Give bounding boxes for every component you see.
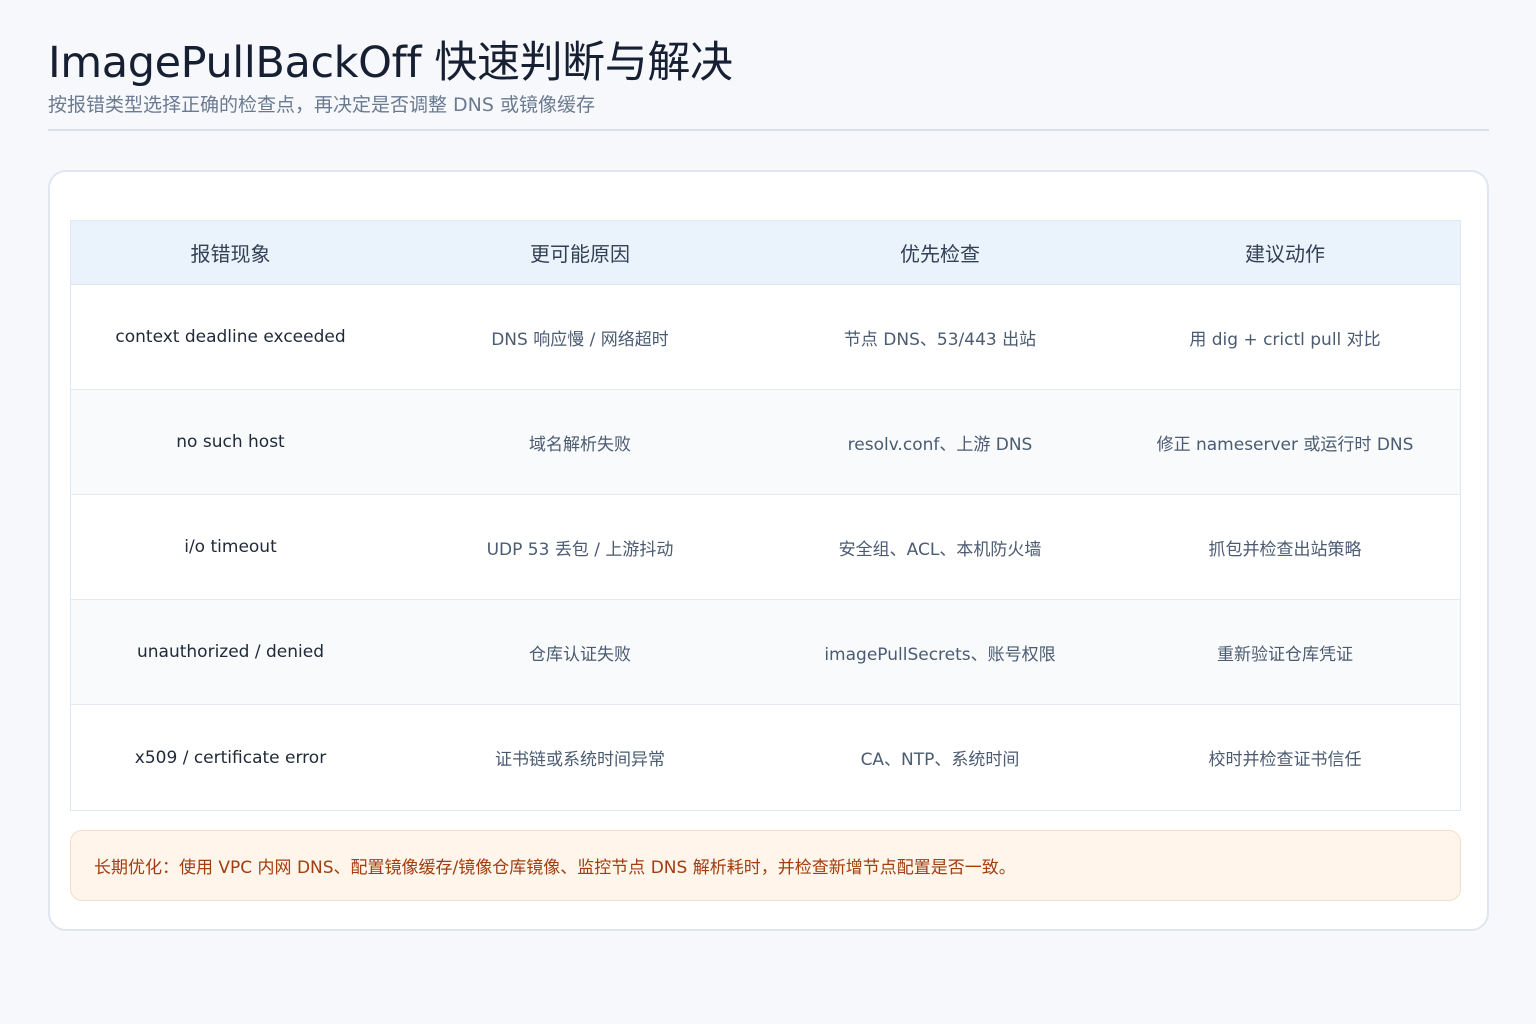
cause-cell: DNS 响应慢 / 网络超时	[491, 329, 669, 350]
action-cell: 校时并检查证书信任	[1208, 750, 1362, 770]
check-cell: CA、NTP、系统时间	[860, 750, 1020, 770]
column-header-action: 建议动作	[1245, 242, 1325, 266]
table-row: no such host 域名解析失败 resolv.conf、上游 DNS 修…	[71, 390, 1460, 495]
cause-cell: 仓库认证失败	[529, 644, 631, 665]
action-cell: 修正 nameserver 或运行时 DNS	[1156, 434, 1414, 455]
table-row: i/o timeout UDP 53 丢包 / 上游抖动 安全组、ACL、本机防…	[71, 495, 1460, 600]
cause-cell: 证书链或系统时间异常	[495, 750, 665, 770]
long-term-optimization-note: 长期优化：使用 VPC 内网 DNS、配置镜像缓存/镜像仓库镜像、监控节点 DN…	[70, 830, 1461, 901]
symptom-cell: context deadline exceeded	[115, 327, 346, 347]
table-header-row: 报错现象 更可能原因 优先检查 建议动作	[71, 221, 1460, 285]
column-header-symptom: 报错现象	[190, 242, 271, 266]
column-header-check: 优先检查	[900, 242, 980, 266]
action-cell: 抓包并检查出站策略	[1208, 539, 1362, 560]
diagnosis-card: 报错现象 更可能原因 优先检查 建议动作 context deadline ex…	[48, 170, 1489, 931]
diagnosis-table: 报错现象 更可能原因 优先检查 建议动作 context deadline ex…	[70, 220, 1461, 811]
cause-cell: 域名解析失败	[529, 434, 631, 455]
column-header-cause: 更可能原因	[530, 242, 630, 266]
table-row: context deadline exceeded DNS 响应慢 / 网络超时…	[71, 285, 1460, 390]
check-cell: 节点 DNS、53/443 出站	[843, 329, 1037, 350]
symptom-cell: no such host	[176, 432, 285, 452]
action-cell: 重新验证仓库凭证	[1217, 644, 1353, 665]
cause-cell: UDP 53 丢包 / 上游抖动	[486, 539, 674, 560]
table-row: unauthorized / denied 仓库认证失败 imagePullSe…	[71, 600, 1460, 705]
symptom-cell: unauthorized / denied	[137, 642, 324, 662]
page-subtitle: 按报错类型选择正确的检查点，再决定是否调整 DNS 或镜像缓存	[48, 94, 595, 116]
check-cell: resolv.conf、上游 DNS	[847, 434, 1033, 455]
check-cell: imagePullSecrets、账号权限	[824, 644, 1056, 665]
page-title: ImagePullBackOff 快速判断与解决	[48, 38, 733, 88]
symptom-cell: i/o timeout	[184, 537, 277, 557]
symptom-cell: x509 / certificate error	[134, 747, 327, 768]
action-cell: 用 dig + crictl pull 对比	[1189, 329, 1381, 350]
check-cell: 安全组、ACL、本机防火墙	[838, 539, 1042, 560]
table-row: x509 / certificate error 证书链或系统时间异常 CA、N…	[71, 705, 1460, 810]
page-header: ImagePullBackOff 快速判断与解决 按报错类型选择正确的检查点，再…	[48, 36, 1489, 131]
